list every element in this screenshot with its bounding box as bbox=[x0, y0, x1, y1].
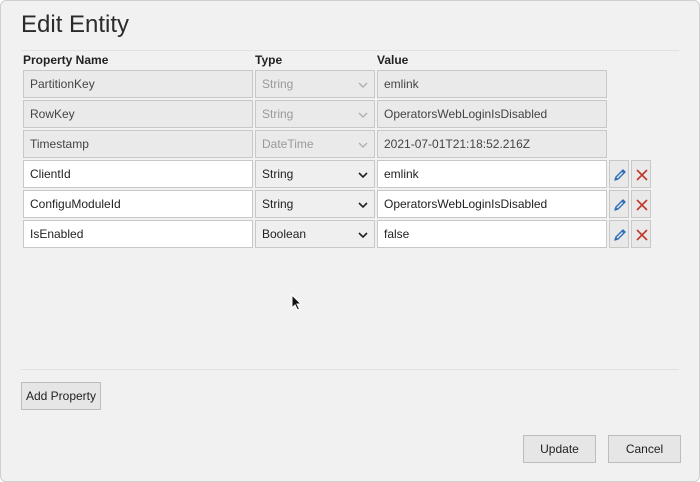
property-type-value: String bbox=[262, 77, 294, 91]
delete-property-button[interactable] bbox=[631, 190, 651, 218]
property-type-select[interactable]: String bbox=[255, 160, 375, 188]
property-type-select[interactable]: String bbox=[255, 190, 375, 218]
property-type-value: String bbox=[262, 107, 294, 121]
edit-property-button[interactable] bbox=[609, 220, 629, 248]
property-row-isenabled: IsEnabled Boolean false bbox=[1, 220, 699, 250]
property-row-configumoduleid: ConfiguModuleId String OperatorsWebLogin… bbox=[1, 190, 699, 220]
delete-property-button[interactable] bbox=[631, 220, 651, 248]
column-header-property-name: Property Name bbox=[23, 53, 109, 67]
property-value-input[interactable]: false bbox=[377, 220, 607, 248]
chevron-down-icon bbox=[358, 112, 368, 118]
property-value-field: emlink bbox=[377, 70, 607, 98]
property-value-field: 2021-07-01T21:18:52.216Z bbox=[377, 130, 607, 158]
chevron-down-icon bbox=[358, 172, 368, 179]
update-button[interactable]: Update bbox=[523, 435, 596, 463]
add-property-button[interactable]: Add Property bbox=[21, 382, 101, 410]
property-row-rowkey: RowKey String OperatorsWebLoginIsDisable… bbox=[1, 100, 699, 130]
cancel-button[interactable]: Cancel bbox=[608, 435, 681, 463]
property-name-input[interactable]: ClientId bbox=[23, 160, 253, 188]
table-footer-divider bbox=[21, 369, 679, 370]
property-row-timestamp: Timestamp DateTime 2021-07-01T21:18:52.2… bbox=[1, 130, 699, 160]
property-type-value: Boolean bbox=[262, 227, 307, 241]
pencil-icon bbox=[614, 229, 626, 241]
property-row-partitionkey: PartitionKey String emlink bbox=[1, 70, 699, 100]
property-name-field: PartitionKey bbox=[23, 70, 253, 98]
column-header-value: Value bbox=[377, 53, 409, 67]
edit-property-button[interactable] bbox=[609, 190, 629, 218]
property-name-field: RowKey bbox=[23, 100, 253, 128]
pencil-icon bbox=[614, 199, 626, 211]
dialog-title: Edit Entity bbox=[21, 11, 130, 38]
property-type-value: DateTime bbox=[262, 137, 314, 151]
chevron-down-icon bbox=[358, 202, 368, 209]
chevron-down-icon bbox=[358, 232, 368, 239]
property-name-input[interactable]: ConfiguModuleId bbox=[23, 190, 253, 218]
property-value-input[interactable]: emlink bbox=[377, 160, 607, 188]
close-icon bbox=[636, 169, 648, 181]
edit-entity-dialog: Edit Entity Property Name Type Value Par… bbox=[0, 0, 700, 482]
chevron-down-icon bbox=[358, 82, 368, 88]
chevron-down-icon bbox=[358, 142, 368, 148]
close-icon bbox=[636, 199, 648, 211]
property-name-input[interactable]: IsEnabled bbox=[23, 220, 253, 248]
property-type-select: String bbox=[255, 70, 375, 98]
property-type-value: String bbox=[262, 197, 294, 211]
close-icon bbox=[636, 229, 648, 241]
mouse-cursor-icon bbox=[291, 294, 303, 311]
pencil-icon bbox=[614, 169, 626, 181]
delete-property-button[interactable] bbox=[631, 160, 651, 188]
edit-property-button[interactable] bbox=[609, 160, 629, 188]
property-type-select: String bbox=[255, 100, 375, 128]
property-type-value: String bbox=[262, 167, 294, 181]
column-header-type: Type bbox=[255, 53, 283, 67]
property-type-select: DateTime bbox=[255, 130, 375, 158]
property-row-clientid: ClientId String emlink bbox=[1, 160, 699, 190]
property-type-select[interactable]: Boolean bbox=[255, 220, 375, 248]
property-name-field: Timestamp bbox=[23, 130, 253, 158]
property-value-input[interactable]: OperatorsWebLoginIsDisabled bbox=[377, 190, 607, 218]
property-value-field: OperatorsWebLoginIsDisabled bbox=[377, 100, 607, 128]
title-divider bbox=[21, 50, 679, 51]
